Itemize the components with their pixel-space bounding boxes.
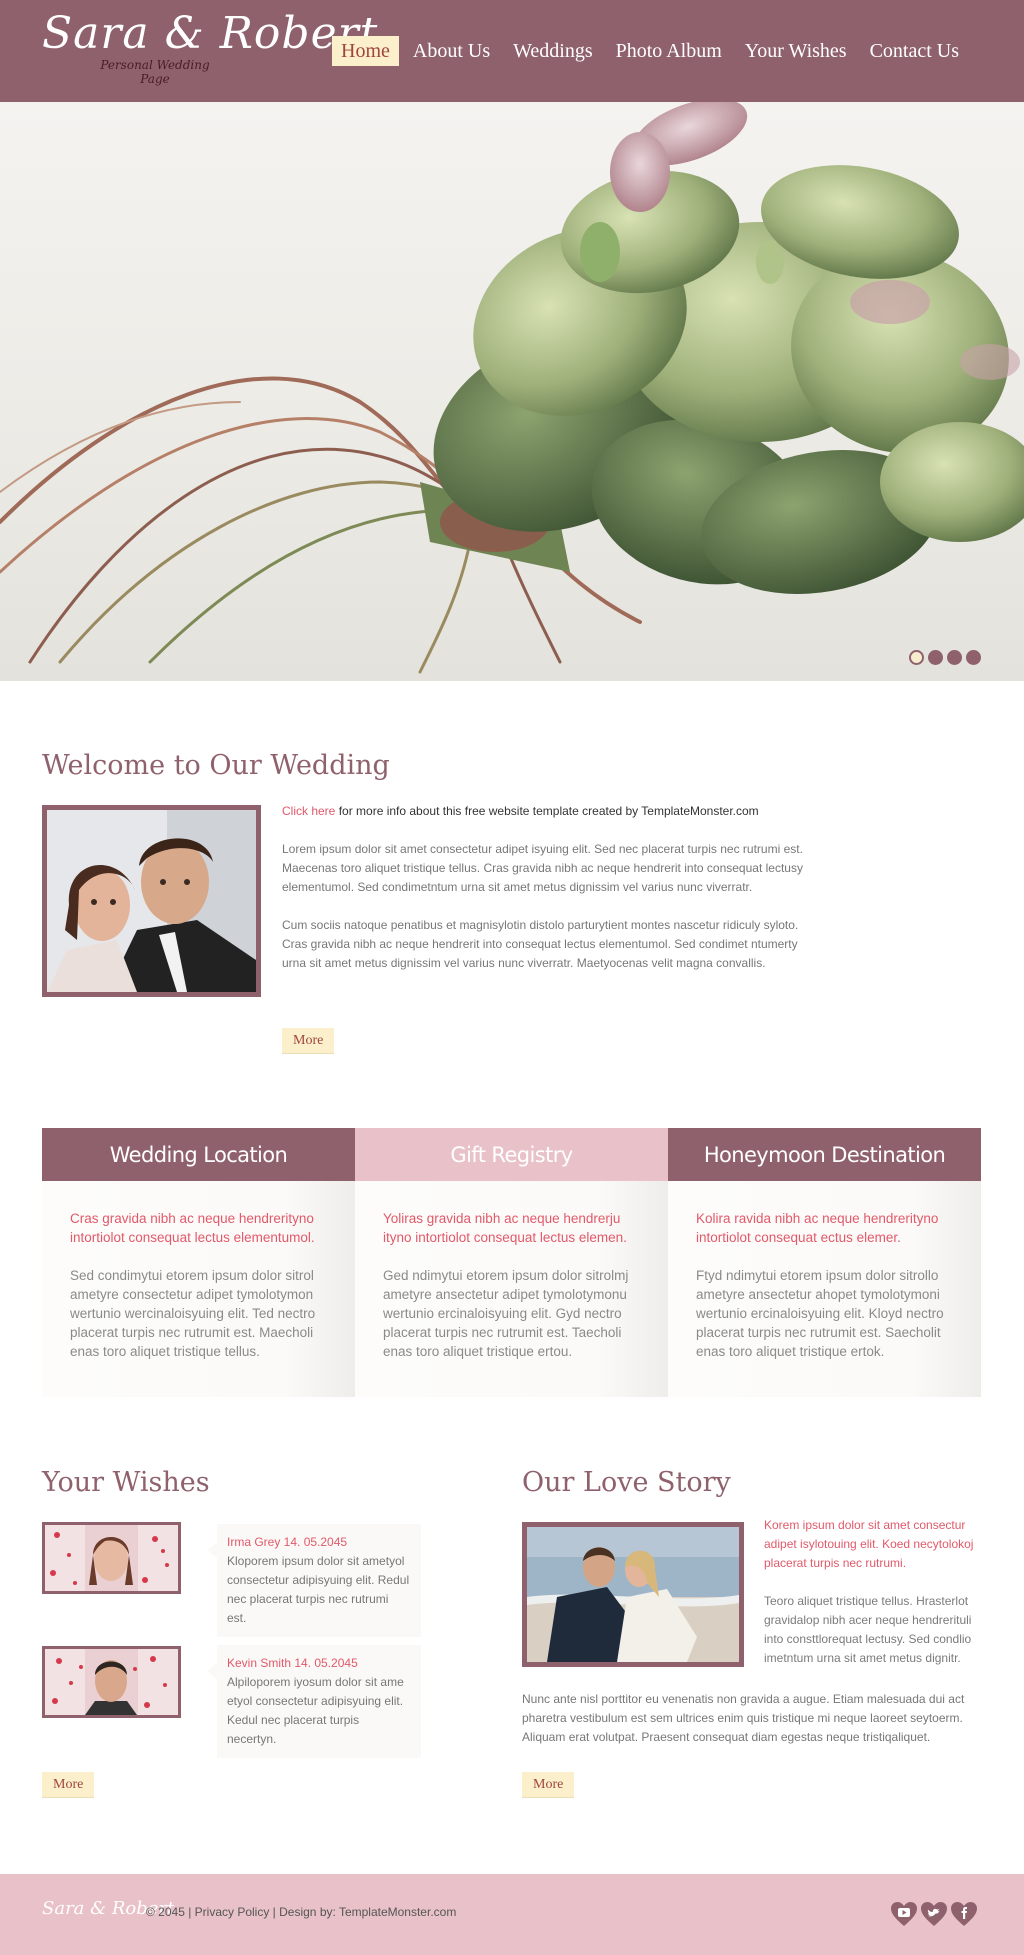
welcome-paragraph-1: Lorem ipsum dolor sit amet consectetur a… [282, 842, 803, 894]
click-here-link[interactable]: Click here [282, 804, 335, 818]
love-story-side-text: Teoro aliquet tristique tellus. Hrasterl… [764, 1594, 972, 1665]
couple-photo [42, 805, 261, 997]
column-title[interactable]: Honeymoon Destination [668, 1128, 981, 1181]
hero-slider [0, 102, 1024, 681]
wish-avatar-1 [42, 1522, 181, 1594]
love-story-text: Nunc ante nisl porttitor eu venenatis no… [522, 1692, 965, 1744]
wish-author: Kevin Smith 14. 05.2045 [227, 1656, 358, 1670]
wishes-title: Your Wishes [42, 1467, 210, 1498]
column-wedding-location: Wedding Location Cras gravida nibh ac ne… [42, 1128, 355, 1397]
love-story-more-button[interactable]: More [522, 1772, 575, 1798]
column-gift-registry: Gift Registry Yoliras gravida nibh ac ne… [355, 1128, 668, 1397]
intro-rest: for more info about this free website te… [335, 804, 759, 818]
wish-avatar-2 [42, 1646, 181, 1718]
column-honeymoon-destination: Honeymoon Destination Kolira ravida nibh… [668, 1128, 981, 1397]
love-story-photo [522, 1522, 744, 1667]
site-footer: Sara & Robert © 2045 | Privacy Policy | … [0, 1874, 1024, 1955]
column-text: Ftyd ndimytui etorem ipsum dolor sitroll… [696, 1268, 944, 1359]
slider-dot-1[interactable] [909, 650, 924, 665]
social-links [890, 1900, 978, 1928]
welcome-intro-line: Click here for more info about this free… [282, 802, 812, 821]
wish-author: Irma Grey 14. 05.2045 [227, 1535, 348, 1549]
logo-tagline: Personal Wedding Page [100, 58, 210, 86]
site-logo[interactable]: Sara & Robert Personal Wedding Page [42, 8, 377, 92]
wishes-more-button[interactable]: More [42, 1772, 95, 1798]
nav-about-us[interactable]: About Us [404, 36, 499, 66]
nav-your-wishes[interactable]: Your Wishes [736, 36, 856, 66]
logo-script-text: Sara & Robert [42, 8, 379, 59]
youtube-icon[interactable] [890, 1900, 918, 1928]
love-story-title: Our Love Story [522, 1467, 731, 1498]
column-text: Sed condimytui etorem ipsum dolor sitrol… [70, 1268, 316, 1359]
wish-message-1: Irma Grey 14. 05.2045 Kloporem ipsum dol… [207, 1524, 421, 1637]
bouquet-image [0, 102, 1024, 674]
slider-dot-2[interactable] [928, 650, 943, 665]
nav-home[interactable]: Home [332, 36, 399, 66]
couple-photo-image [47, 810, 256, 992]
love-story-side: Korem ipsum dolor sit amet consectur adi… [764, 1516, 984, 1668]
twitter-icon[interactable] [920, 1900, 948, 1928]
main-nav: Home About Us Weddings Photo Album Your … [332, 36, 973, 66]
slider-dot-4[interactable] [966, 650, 981, 665]
nav-photo-album[interactable]: Photo Album [607, 36, 731, 66]
wish-text: Alpiloporem iyosum dolor sit ame etyol c… [227, 1675, 404, 1746]
woman-portrait [45, 1525, 178, 1591]
nav-weddings[interactable]: Weddings [504, 36, 602, 66]
welcome-title: Welcome to Our Wedding [42, 750, 390, 781]
slider-pagination [909, 650, 981, 665]
column-lead: Kolira ravida nibh ac neque hendrerityno… [696, 1211, 939, 1245]
slider-dot-3[interactable] [947, 650, 962, 665]
man-portrait [45, 1649, 178, 1715]
facebook-icon[interactable] [950, 1900, 978, 1928]
column-lead: Yoliras gravida nibh ac neque hendrerju … [383, 1211, 627, 1245]
site-header: Sara & Robert Personal Wedding Page Home… [0, 0, 1024, 102]
wish-text: Kloporem ipsum dolor sit ametyol consect… [227, 1554, 410, 1625]
welcome-text: Click here for more info about this free… [282, 802, 812, 992]
column-lead: Cras gravida nibh ac neque hendrerityno … [70, 1211, 315, 1245]
column-title[interactable]: Wedding Location [42, 1128, 355, 1181]
column-text: Ged ndimytui etorem ipsum dolor sitrolmj… [383, 1268, 629, 1359]
footer-copyright: © 2045 | Privacy Policy | Design by: Tem… [146, 1905, 457, 1919]
nav-contact-us[interactable]: Contact Us [861, 36, 968, 66]
wish-message-2: Kevin Smith 14. 05.2045 Alpiloporem iyos… [207, 1645, 421, 1758]
feature-columns: Wedding Location Cras gravida nibh ac ne… [42, 1128, 981, 1397]
love-story-lead: Korem ipsum dolor sit amet consectur adi… [764, 1518, 974, 1570]
welcome-more-button[interactable]: More [282, 1028, 335, 1054]
welcome-paragraph-2: Cum sociis natoque penatibus et magnisyl… [282, 918, 799, 970]
column-title[interactable]: Gift Registry [355, 1128, 668, 1181]
beach-couple-image [527, 1527, 739, 1662]
